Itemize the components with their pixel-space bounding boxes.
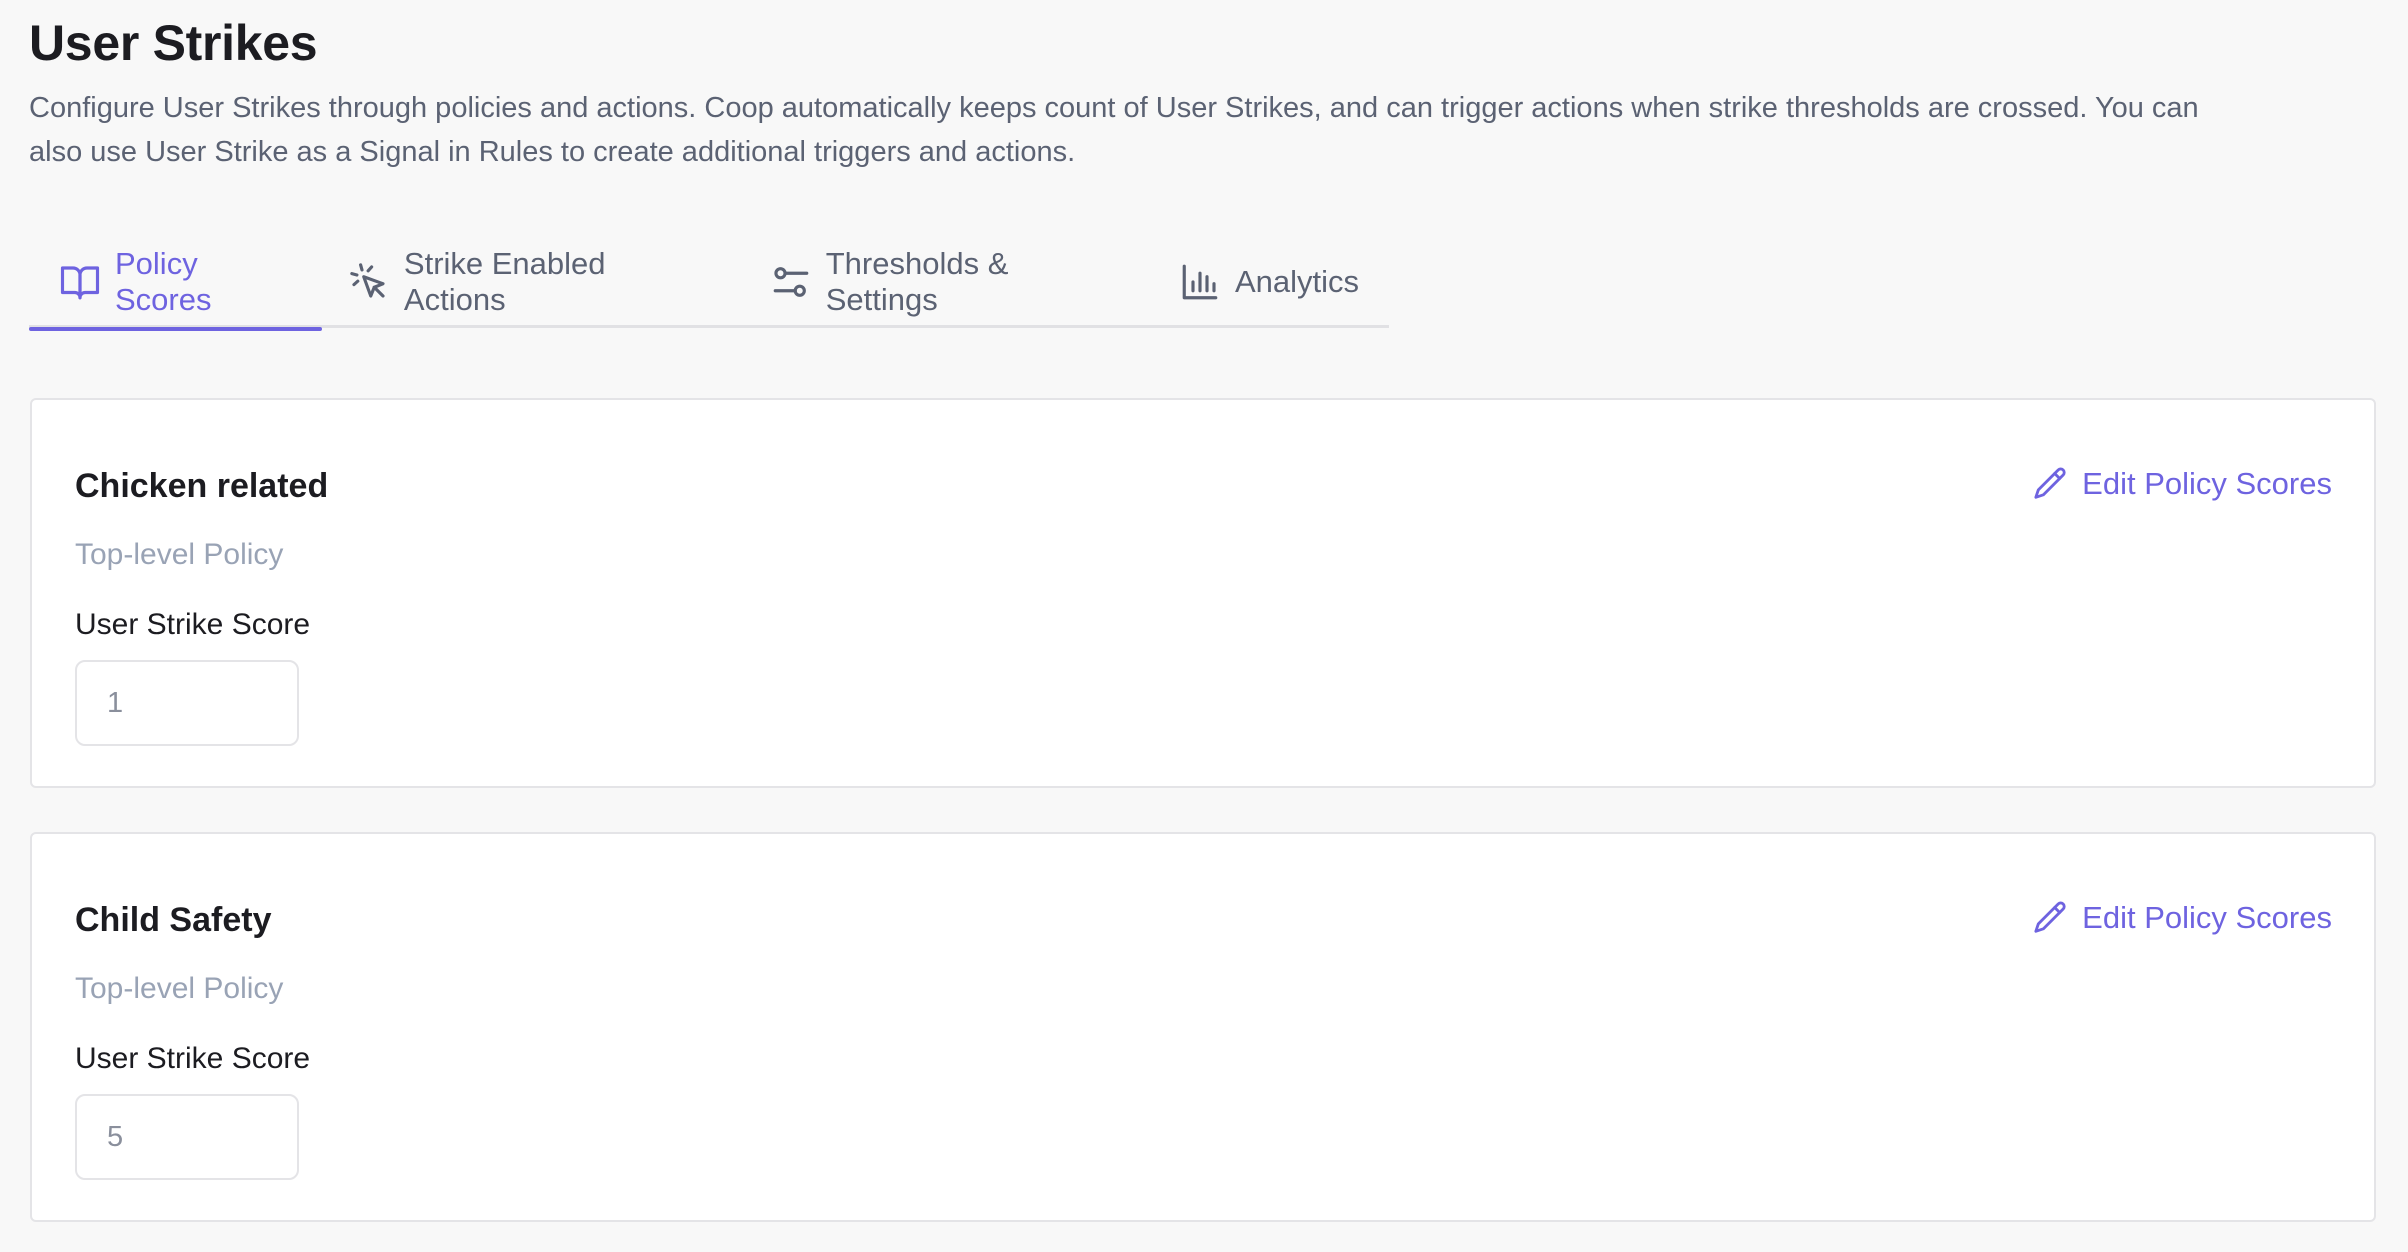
policy-type: Top-level Policy <box>75 538 284 571</box>
policy-name: Chicken related <box>75 467 329 505</box>
score-input[interactable] <box>75 1094 299 1180</box>
edit-policy-scores-button[interactable]: Edit Policy Scores <box>2030 464 2332 504</box>
bar-chart-icon <box>1182 264 1218 300</box>
edit-label: Edit Policy Scores <box>2082 900 2332 935</box>
edit-label: Edit Policy Scores <box>2082 466 2332 501</box>
tab-label: Strike Enabled Actions <box>403 246 606 317</box>
pencil-icon <box>2034 467 2066 499</box>
tab-strike-enabled-actions[interactable]: Strike Enabled Actions <box>322 236 734 328</box>
tab-thresholds-settings[interactable]: Thresholds & Settings <box>734 236 1149 328</box>
pencil-icon <box>2034 901 2066 933</box>
cursor-click-icon <box>350 263 385 298</box>
book-open-icon <box>60 266 100 300</box>
sliders-icon <box>773 267 809 297</box>
tab-label: Thresholds & Settings <box>825 246 1009 317</box>
policy-card: Child Safety Top-level Policy User Strik… <box>30 832 2376 1222</box>
policy-name: Child Safety <box>75 901 272 939</box>
tab-policy-scores[interactable]: Policy Scores <box>29 236 322 331</box>
policy-type: Top-level Policy <box>75 972 284 1005</box>
score-label: User Strike Score <box>75 608 311 641</box>
score-input[interactable] <box>75 660 299 746</box>
tab-label: Analytics <box>1234 264 1359 299</box>
user-strikes-page: User Strikes Configure User Strikes thro… <box>0 0 2408 1252</box>
tab-bar: Policy Scores Strike Enabled Actions Thr… <box>29 236 1389 331</box>
score-label: User Strike Score <box>75 1042 311 1075</box>
page-title: User Strikes <box>29 15 318 71</box>
page-description: Configure User Strikes through policies … <box>29 92 2199 168</box>
tab-label: Policy Scores <box>115 246 212 317</box>
policy-card: Chicken related Top-level Policy User St… <box>30 398 2376 788</box>
tab-analytics[interactable]: Analytics <box>1149 236 1389 328</box>
edit-policy-scores-button[interactable]: Edit Policy Scores <box>2030 898 2332 938</box>
